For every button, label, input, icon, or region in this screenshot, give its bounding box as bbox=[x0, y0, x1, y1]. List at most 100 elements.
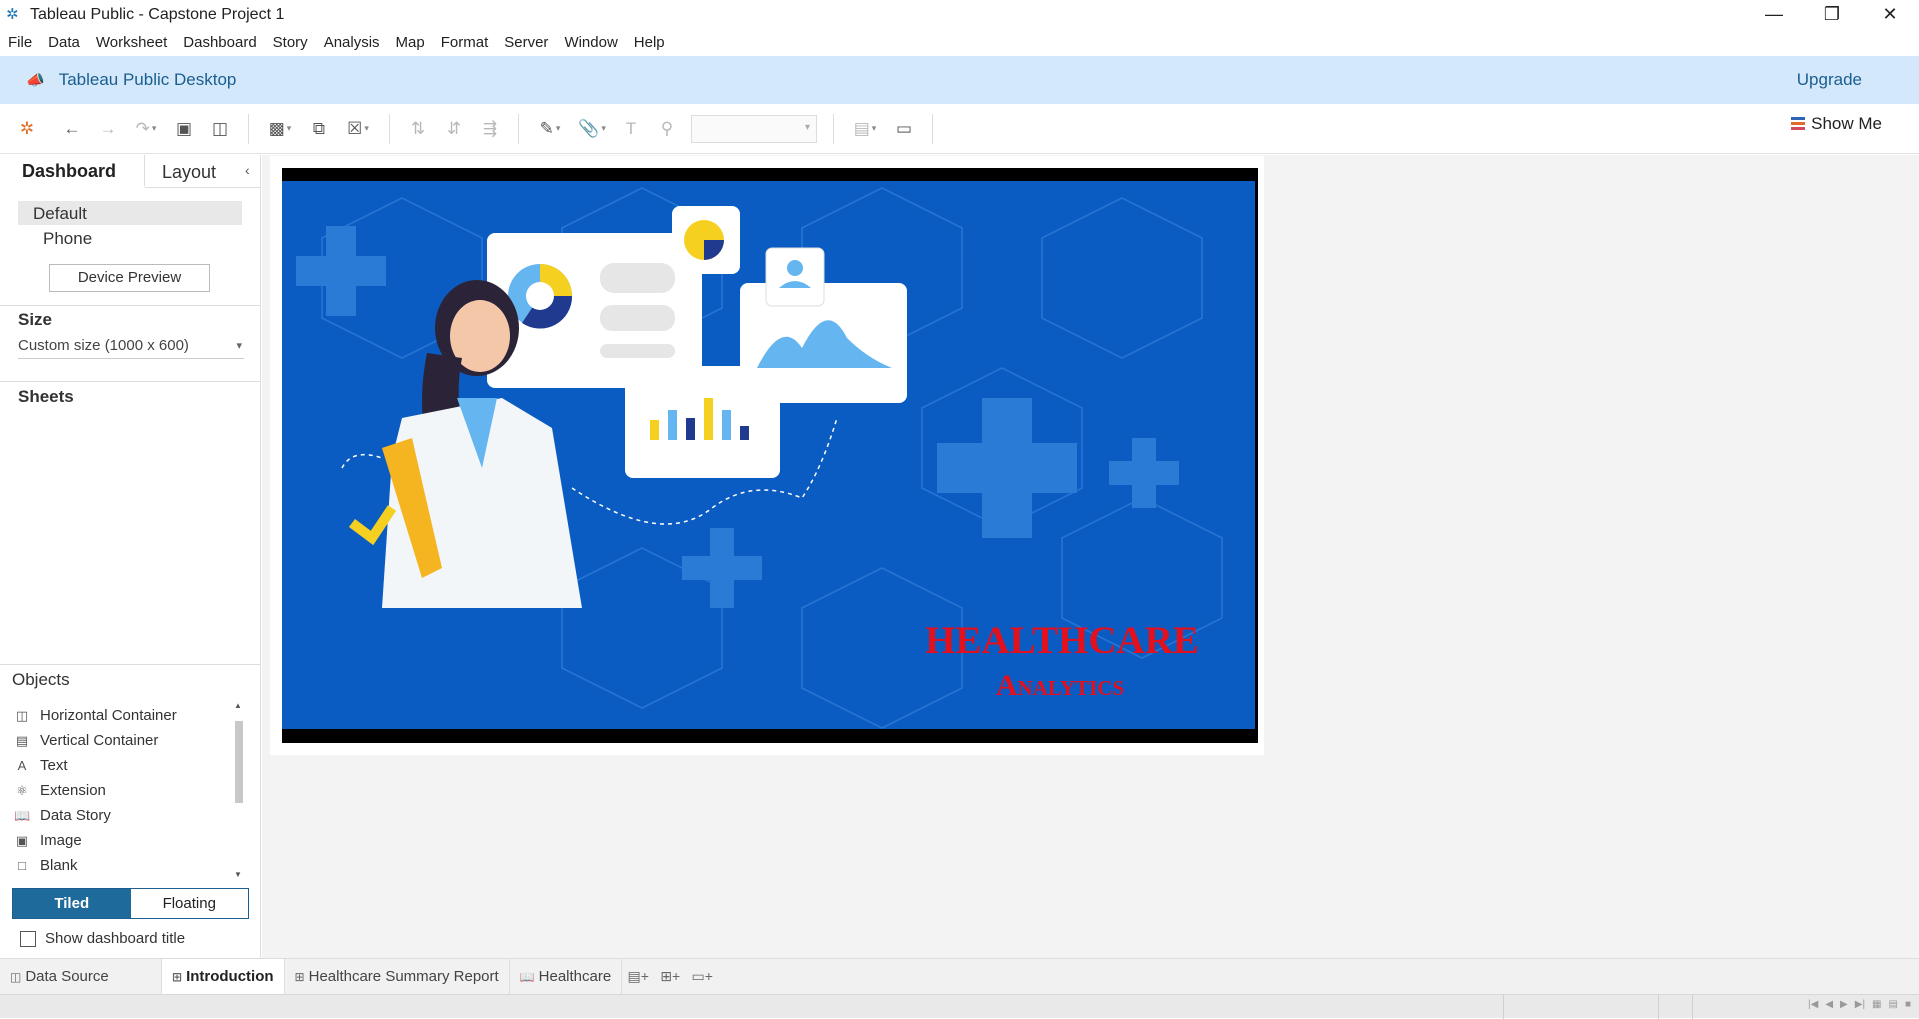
device-preview-button[interactable]: Device Preview bbox=[49, 264, 210, 292]
menu-help[interactable]: Help bbox=[634, 34, 665, 51]
divider bbox=[0, 305, 261, 306]
list-item-label: Text bbox=[40, 757, 68, 774]
pin-axes-icon[interactable]: ⚲ bbox=[649, 114, 685, 144]
swap-rows-columns-icon[interactable]: ⇅ bbox=[400, 114, 436, 144]
sheet-tab-bar: ◫ Data Source ⊞ Introduction ⊞ Healthcare S… bbox=[0, 958, 1919, 995]
show-cards-icon[interactable]: ▤ ▾ bbox=[844, 114, 886, 144]
fit-dropdown[interactable] bbox=[691, 114, 817, 143]
tab-layout[interactable]: Layout bbox=[145, 155, 245, 187]
scroll-up-icon[interactable]: ▲ bbox=[234, 701, 242, 710]
redo-icon[interactable]: → bbox=[90, 114, 126, 144]
image-icon: ▣ bbox=[15, 832, 29, 848]
object-horizontal-container[interactable]: ◫ Horizontal Container bbox=[14, 703, 234, 728]
filmstrip-icon[interactable]: ▤ bbox=[1889, 999, 1898, 1010]
menu-data[interactable]: Data bbox=[48, 34, 80, 51]
tiled-button[interactable]: Tiled bbox=[13, 889, 131, 918]
product-name: Tableau Public Desktop bbox=[58, 70, 237, 89]
tab-dashboard[interactable]: Dashboard bbox=[0, 155, 145, 188]
restore-button[interactable]: ❐ bbox=[1803, 0, 1861, 29]
status-segment bbox=[1692, 995, 1693, 1019]
new-worksheet-icon[interactable]: ▩ ▾ bbox=[259, 114, 301, 144]
sheet-sorter-icon[interactable]: ▦ bbox=[1872, 999, 1881, 1010]
upgrade-link[interactable]: Upgrade bbox=[1797, 70, 1862, 90]
tab-healthcare-summary-report[interactable]: ⊞ Healthcare Summary Report bbox=[285, 958, 510, 995]
sheets-heading: Sheets bbox=[18, 387, 74, 406]
menu-worksheet[interactable]: Worksheet bbox=[96, 34, 167, 51]
menu-window[interactable]: Window bbox=[564, 34, 617, 51]
tab-label: Introduction bbox=[186, 968, 274, 985]
save-icon[interactable]: ▣ bbox=[166, 114, 202, 144]
menu-map[interactable]: Map bbox=[396, 34, 425, 51]
last-sheet-icon[interactable]: ▶| bbox=[1855, 999, 1865, 1010]
undo-icon[interactable]: ← bbox=[54, 114, 90, 144]
object-data-story[interactable]: 📖 Data Story bbox=[14, 803, 234, 828]
floating-button[interactable]: Floating bbox=[130, 889, 248, 918]
new-story-tab-icon[interactable]: ▭+ bbox=[686, 959, 718, 995]
clear-sheet-icon[interactable]: ☒ ▾ bbox=[337, 114, 379, 144]
duplicate-sheet-icon[interactable]: ⧉ bbox=[301, 114, 337, 144]
headline-analytics: Analytics bbox=[996, 669, 1124, 702]
collapse-panel-icon[interactable]: ‹ bbox=[245, 155, 250, 187]
replay-icon[interactable]: ↷ ▾ bbox=[126, 114, 166, 144]
device-default[interactable]: Default bbox=[18, 201, 242, 225]
new-dashboard-tab-icon[interactable]: ⊞+ bbox=[654, 959, 686, 995]
menu-file[interactable]: File bbox=[8, 34, 32, 51]
group-members-icon[interactable]: 📎 ▾ bbox=[571, 114, 613, 144]
window-title: Tableau Public - Capstone Project 1 bbox=[30, 5, 285, 23]
toolbar-divider bbox=[248, 113, 249, 144]
object-extension[interactable]: ⚛ Extension bbox=[14, 778, 234, 803]
toolbar: ✲ ← → ↷▾ ▣ ◫ ▩▾ ⧉ ☒▾ ⇅ ⇵ ⇶ ✎▾ 📎▾ T ⚲ ▤▾ … bbox=[0, 104, 1919, 154]
headline-healthcare: HEALTHCARE bbox=[925, 619, 1199, 662]
list-item-label: Image bbox=[40, 832, 82, 849]
device-phone[interactable]: Phone bbox=[43, 229, 92, 249]
show-me-button[interactable]: Show Me bbox=[1791, 114, 1882, 134]
panel-tabs: Dashboard Layout ‹ bbox=[0, 155, 260, 188]
scroll-thumb[interactable] bbox=[235, 721, 243, 803]
minimize-button[interactable]: — bbox=[1745, 0, 1803, 29]
objects-scrollbar[interactable]: ▲ ▼ bbox=[233, 701, 245, 879]
size-heading: Size bbox=[18, 310, 53, 329]
status-segment bbox=[1658, 995, 1659, 1019]
tab-label: Healthcare bbox=[538, 968, 612, 985]
tableau-home-icon[interactable]: ✲ bbox=[0, 114, 54, 144]
show-dashboard-title-checkbox[interactable] bbox=[20, 930, 36, 947]
object-image[interactable]: ▣ Image bbox=[14, 828, 234, 853]
close-button[interactable]: ✕ bbox=[1861, 0, 1919, 29]
menu-dashboard[interactable]: Dashboard bbox=[183, 34, 256, 51]
tab-data-source[interactable]: ◫ Data Source bbox=[0, 958, 162, 995]
show-dashboard-title-row: Show dashboard title bbox=[20, 930, 185, 947]
text-icon: A bbox=[17, 758, 27, 773]
menu-story[interactable]: Story bbox=[273, 34, 308, 51]
dashboard-image[interactable]: HEALTHCARE Analytics bbox=[282, 168, 1258, 743]
list-item-label: Blank bbox=[40, 857, 78, 874]
highlight-icon[interactable]: ✎ ▾ bbox=[529, 114, 571, 144]
prev-sheet-icon[interactable]: ◀ bbox=[1825, 999, 1833, 1010]
tab-healthcare[interactable]: 📖 Healthcare bbox=[510, 958, 623, 995]
show-mark-labels-icon[interactable]: T bbox=[613, 114, 649, 144]
list-item-label: Vertical Container bbox=[40, 732, 159, 749]
menu-bar: File Data Worksheet Dashboard Story Anal… bbox=[0, 29, 1919, 55]
sheet-navigation: |◀ ◀ ▶ ▶| ▦ ▤ ■ bbox=[1808, 999, 1911, 1010]
object-text[interactable]: A Text bbox=[14, 753, 234, 778]
object-vertical-container[interactable]: ▤ Vertical Container bbox=[14, 728, 234, 753]
menu-server[interactable]: Server bbox=[504, 34, 548, 51]
object-blank[interactable]: □ Blank bbox=[14, 853, 234, 878]
toolbar-divider bbox=[389, 113, 390, 144]
first-sheet-icon[interactable]: |◀ bbox=[1808, 999, 1818, 1010]
menu-analysis[interactable]: Analysis bbox=[324, 34, 380, 51]
new-worksheet-tab-icon[interactable]: ▤+ bbox=[622, 959, 654, 995]
sort-ascending-icon[interactable]: ⇵ bbox=[436, 114, 472, 144]
window-controls: — ❐ ✕ bbox=[1745, 0, 1919, 29]
next-sheet-icon[interactable]: ▶ bbox=[1840, 999, 1848, 1010]
size-dropdown[interactable]: Custom size (1000 x 600) bbox=[18, 337, 244, 359]
tab-introduction[interactable]: ⊞ Introduction bbox=[162, 958, 285, 995]
presentation-mode-icon[interactable]: ▭ bbox=[886, 114, 922, 144]
scroll-down-icon[interactable]: ▼ bbox=[234, 870, 242, 879]
menu-format[interactable]: Format bbox=[441, 34, 489, 51]
status-bar: |◀ ◀ ▶ ▶| ▦ ▤ ■ bbox=[0, 994, 1919, 1019]
sort-descending-icon[interactable]: ⇶ bbox=[472, 114, 508, 144]
megaphone-icon: 📣 bbox=[26, 72, 45, 89]
data-source-icon: ◫ bbox=[10, 969, 22, 984]
new-data-source-icon[interactable]: ◫ bbox=[202, 114, 238, 144]
tabs-view-icon[interactable]: ■ bbox=[1905, 999, 1911, 1010]
